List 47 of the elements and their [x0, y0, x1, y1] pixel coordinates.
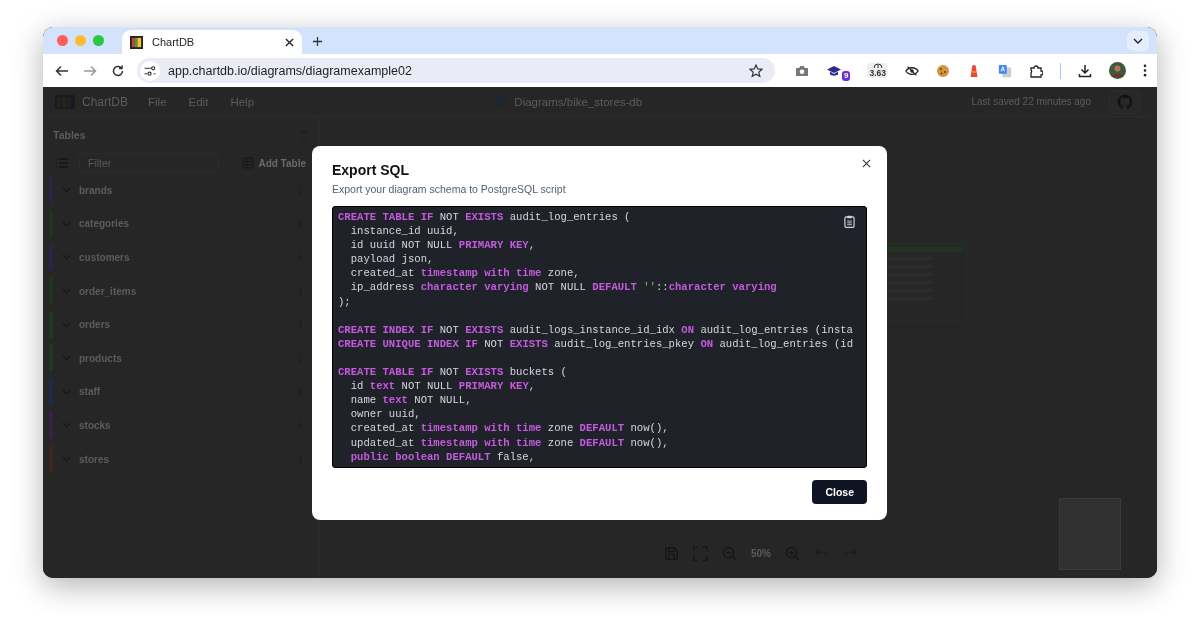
code-line: CREATE TABLE IF NOT EXISTS audit_log_entries (: [338, 210, 631, 225]
gauge-icon: [872, 63, 883, 69]
camera-icon[interactable]: [795, 63, 810, 78]
download-icon[interactable]: [1078, 63, 1092, 78]
github-button[interactable]: [1109, 89, 1141, 114]
code-line: instance_id uuid,: [349, 224, 459, 239]
site-settings-icon[interactable]: [140, 60, 160, 81]
dialog-title: Export SQL: [332, 162, 410, 178]
speed-extension[interactable]: 3.63: [867, 63, 888, 78]
chevron-icon[interactable]: [1133, 37, 1143, 44]
close-icon[interactable]: [862, 159, 871, 168]
code-line: ip_address character varying NOT NULL DEFAULT ''::character varying: [349, 280, 777, 295]
puzzle-icon[interactable]: [1029, 63, 1043, 78]
close-button[interactable]: Close: [812, 480, 867, 504]
code-line: id uuid NOT NULL PRIMARY KEY,: [349, 238, 536, 253]
code-line: CREATE INDEX IF NOT EXISTS audit_logs_instance_id_idx ON audit_log_entries (insta: [338, 322, 853, 337]
code-line: CREATE UNIQUE INDEX IF NOT EXISTS audit_log_entries_pkey ON audit_log_entries (id: [338, 336, 853, 351]
profile-avatar[interactable]: [1109, 62, 1126, 79]
browser-menu-icon[interactable]: [1143, 64, 1147, 77]
cookie-icon[interactable]: [936, 63, 950, 78]
code-line: id text NOT NULL PRIMARY KEY,: [349, 379, 536, 394]
reload-icon[interactable]: [111, 63, 125, 78]
star-icon[interactable]: [749, 63, 764, 78]
code-line: created_at timestamp with time zone,: [349, 266, 580, 281]
minimize-window-button[interactable]: [75, 35, 86, 46]
code-line: public boolean DEFAULT false,: [349, 449, 536, 464]
close-tab-icon[interactable]: [285, 37, 294, 47]
add-table-button[interactable]: Add Table: [238, 154, 310, 172]
dialog-subtitle: Export your diagram schema to PostgreSQL script: [332, 183, 567, 195]
code-line: payload json,: [349, 252, 434, 267]
code-line: name text NOT NULL,: [349, 393, 472, 408]
code-line: );: [338, 294, 351, 309]
translate-icon[interactable]: [998, 63, 1012, 78]
code-line: owner uuid,: [349, 407, 421, 422]
back-icon[interactable]: [55, 63, 69, 78]
close-window-button[interactable]: [57, 35, 68, 46]
code-line: created_at timestamp with time zone DEFAULT now(),: [349, 421, 669, 436]
code-line: updated_at timestamp with time zone DEFAULT now(),: [349, 435, 669, 450]
browser-tab[interactable]: ChartDB: [122, 30, 302, 54]
forward-icon[interactable]: [83, 63, 97, 78]
maximize-window-button[interactable]: [93, 35, 104, 46]
notification-count: 9: [842, 70, 851, 81]
new-tab-icon[interactable]: [312, 36, 323, 47]
clipboard-icon[interactable]: [844, 215, 855, 228]
logo-icon: [130, 35, 143, 49]
code-line: CREATE TABLE IF NOT EXISTS buckets (: [338, 365, 567, 380]
graduation-cap-icon[interactable]: [826, 64, 843, 77]
